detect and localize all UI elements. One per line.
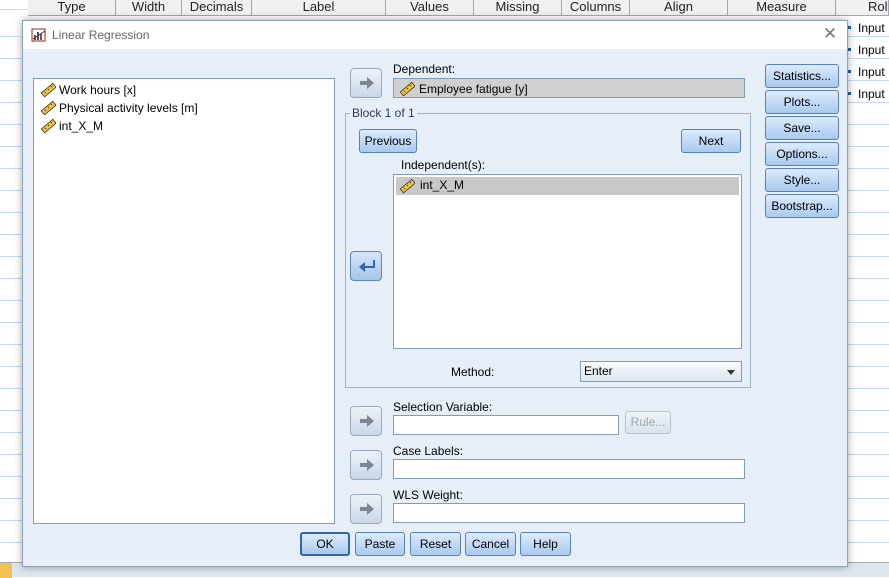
column-header-measure[interactable]: Measure — [728, 0, 836, 16]
cancel-button[interactable]: Cancel — [465, 532, 516, 556]
previous-button[interactable]: Previous — [359, 129, 417, 153]
plots-button[interactable]: Plots... — [765, 90, 839, 114]
move-to-independents-button[interactable] — [350, 251, 382, 281]
variable-label: Work hours [x] — [59, 83, 137, 97]
statistics-button[interactable]: Statistics... — [765, 64, 839, 88]
list-item[interactable]: Work hours [x] — [38, 81, 136, 99]
scale-ruler-icon — [40, 100, 56, 116]
close-icon[interactable]: ✕ — [820, 24, 840, 44]
arrow-left-return-icon — [359, 260, 375, 272]
dependent-value: Employee fatigue [y] — [419, 82, 528, 96]
column-header-columns[interactable]: Columns — [562, 0, 630, 16]
paste-button[interactable]: Paste — [355, 532, 405, 556]
column-header-values[interactable]: Values — [386, 0, 474, 16]
dialog-titlebar: Linear Regression ✕ — [23, 21, 847, 49]
role-cell[interactable]: Input — [846, 83, 889, 105]
dependent-variable[interactable]: Employee fatigue [y] — [397, 80, 528, 98]
role-cell[interactable]: Input — [846, 39, 889, 61]
reset-button[interactable]: Reset — [410, 532, 461, 556]
variable-label: Physical activity levels [m] — [59, 101, 198, 115]
move-to-selection-button[interactable] — [350, 406, 382, 436]
dialog-title: Linear Regression — [52, 28, 150, 42]
independents-label: Independent(s): — [401, 158, 486, 172]
case-labels-field[interactable] — [393, 459, 745, 479]
move-to-dependent-button[interactable] — [350, 68, 382, 98]
arrow-right-icon — [360, 77, 374, 89]
status-marker — [0, 563, 12, 578]
independents-list[interactable]: int_X_M — [393, 174, 742, 349]
column-header-align[interactable]: Align — [630, 0, 728, 16]
arrow-right-icon — [360, 415, 374, 427]
method-select[interactable]: Enter — [580, 361, 742, 382]
block-label: Block 1 of 1 — [350, 106, 417, 120]
role-cell[interactable]: Input — [846, 17, 889, 39]
variable-list[interactable]: Work hours [x] Physical activity levels … — [33, 78, 335, 524]
method-label: Method: — [451, 365, 495, 379]
method-value: Enter — [584, 364, 613, 378]
scale-ruler-icon — [399, 81, 415, 97]
variable-label: int_X_M — [59, 119, 104, 133]
save-button[interactable]: Save... — [765, 116, 839, 140]
list-item[interactable]: int_X_M — [38, 117, 103, 135]
options-button[interactable]: Options... — [765, 142, 839, 166]
column-header-type[interactable]: Type — [28, 0, 116, 16]
list-item[interactable]: Physical activity levels [m] — [38, 99, 198, 117]
bootstrap-button[interactable]: Bootstrap... — [765, 194, 839, 218]
dependent-label: Dependent: — [393, 62, 456, 76]
chevron-down-icon — [727, 370, 735, 375]
column-header-label[interactable]: Label — [252, 0, 386, 16]
move-to-case-labels-button[interactable] — [350, 450, 382, 480]
dependent-field[interactable]: Employee fatigue [y] — [393, 78, 745, 98]
arrow-right-icon — [360, 503, 374, 515]
column-header-role[interactable]: Role — [836, 0, 889, 16]
case-labels-label: Case Labels: — [393, 444, 464, 458]
role-cell[interactable]: Input — [846, 61, 889, 83]
selection-variable-label: Selection Variable: — [393, 400, 493, 414]
wls-weight-label: WLS Weight: — [393, 488, 463, 502]
scale-ruler-icon — [40, 82, 56, 98]
regression-app-icon — [31, 28, 46, 42]
column-header-decimals[interactable]: Decimals — [182, 0, 252, 16]
linear-regression-dialog: Linear Regression ✕ Work hours [x] Physi… — [22, 20, 848, 567]
selection-variable-field[interactable] — [393, 415, 619, 435]
ok-button[interactable]: OK — [300, 532, 350, 556]
wls-weight-field[interactable] — [393, 503, 745, 523]
list-item[interactable]: int_X_M — [396, 177, 739, 195]
arrow-right-icon — [360, 459, 374, 471]
rule-button[interactable]: Rule... — [625, 411, 671, 434]
column-header-missing[interactable]: Missing — [474, 0, 562, 16]
style-button[interactable]: Style... — [765, 168, 839, 192]
independent-variable-label: int_X_M — [420, 178, 465, 192]
scale-ruler-icon — [40, 118, 56, 134]
move-to-wls-weight-button[interactable] — [350, 494, 382, 524]
help-button[interactable]: Help — [520, 532, 571, 556]
next-button[interactable]: Next — [681, 129, 741, 153]
scale-ruler-icon — [399, 178, 415, 194]
column-header-width[interactable]: Width — [116, 0, 182, 16]
